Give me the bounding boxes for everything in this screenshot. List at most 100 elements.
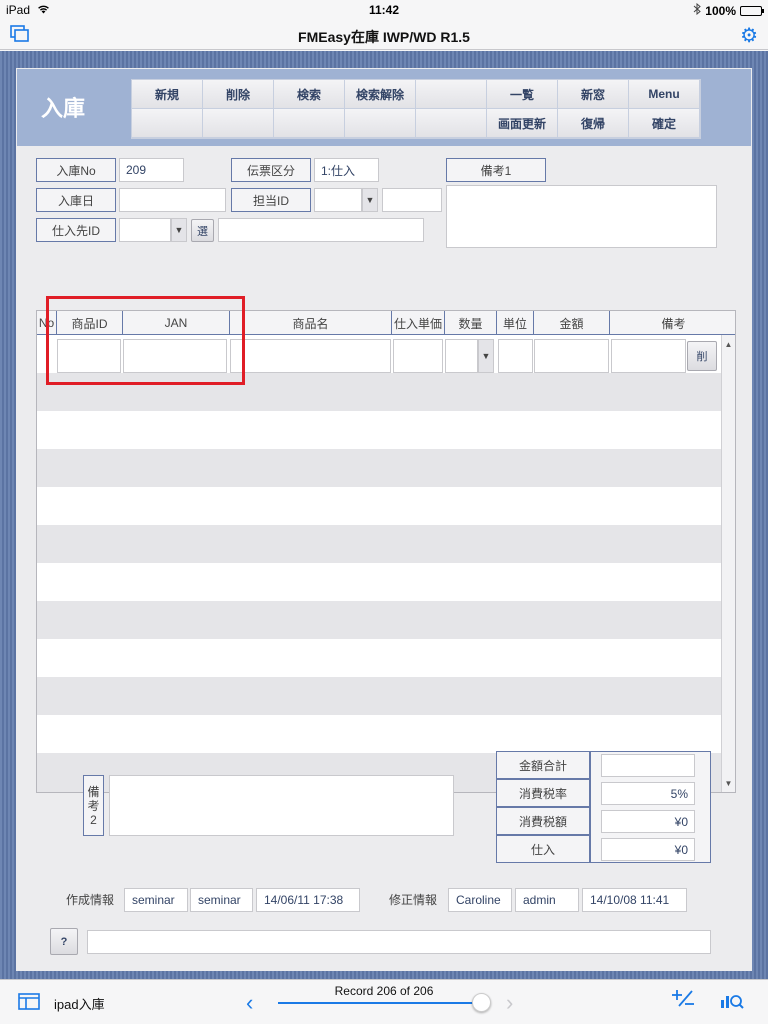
clear-search-button[interactable]: 検索解除: [345, 80, 416, 109]
tax-rate-label: 消費税率: [496, 779, 590, 807]
table-row: [37, 601, 723, 639]
record-counter: Record 206 of 206: [334, 984, 434, 998]
supplier-dropdown[interactable]: [119, 218, 171, 242]
notes-input[interactable]: [611, 339, 686, 373]
clock: 11:42: [368, 3, 400, 17]
nyuko-no-field[interactable]: 209: [119, 158, 184, 182]
bottom-toolbar: ipad入庫 Record 206 of 206 ‹ ›: [0, 979, 768, 1024]
created-info-label: 作成情報: [66, 893, 115, 907]
table-scrollbar[interactable]: ▲ ▼: [721, 335, 735, 792]
tax-rate-value: 5%: [601, 782, 695, 805]
tax-amount-value: ¥0: [601, 810, 695, 833]
col-unit: 単位: [497, 311, 534, 335]
message-field: [87, 930, 711, 954]
supplier-name-field[interactable]: [218, 218, 424, 242]
modified-time-field: 14/10/08 11:41: [582, 888, 687, 912]
unit-price-input[interactable]: [393, 339, 443, 373]
revert-button[interactable]: 復帰: [558, 109, 629, 138]
form-panel: 入庫 新規 削除 検索 検索解除 一覧 新窓 Menu 画面更新 復帰 確定 入…: [16, 68, 752, 971]
purchase-total-label: 仕入: [496, 835, 590, 863]
col-unit-price: 仕入単価: [392, 311, 445, 335]
battery-percent: 100%: [705, 3, 736, 18]
tanto-label: 担当ID: [231, 188, 311, 212]
blank-button-6[interactable]: [416, 109, 487, 138]
biko1-label: 備考1: [446, 158, 546, 182]
refresh-button[interactable]: 画面更新: [487, 109, 558, 138]
form-header: 入庫 新規 削除 検索 検索解除 一覧 新窓 Menu 画面更新 復帰 確定: [17, 69, 751, 146]
quantity-input[interactable]: [445, 339, 478, 373]
col-amount: 金額: [534, 311, 610, 335]
select-supplier-button[interactable]: 選: [191, 219, 214, 242]
menu-button[interactable]: Menu: [629, 80, 700, 109]
col-product-name: 商品名: [230, 311, 392, 335]
table-row: [37, 487, 723, 525]
nyuko-date-field[interactable]: [119, 188, 226, 212]
created-account-field: seminar: [190, 888, 253, 912]
table-row: [37, 677, 723, 715]
denpyo-label: 伝票区分: [231, 158, 311, 182]
table-row: [37, 411, 723, 449]
col-notes: 備考: [661, 316, 686, 331]
biko1-field[interactable]: [446, 185, 717, 248]
help-button[interactable]: ?: [50, 928, 78, 955]
nyuko-no-label: 入庫No: [36, 158, 116, 182]
bluetooth-icon: [693, 2, 702, 18]
modified-info-label: 修正情報: [389, 893, 438, 907]
created-time-field: 14/06/11 17:38: [256, 888, 360, 912]
new-window-button[interactable]: 新窓: [558, 80, 629, 109]
chevron-left-icon[interactable]: ‹: [246, 990, 253, 1016]
biko2-label: 備考2: [83, 775, 104, 836]
nav-bar: FMEasy在庫 IWP/WD R1.5 ⚙: [0, 20, 768, 50]
created-by-field: seminar: [124, 888, 188, 912]
record-slider-thumb[interactable]: [472, 993, 491, 1012]
status-right: 100%: [693, 2, 764, 18]
new-button[interactable]: 新規: [132, 80, 203, 109]
status-bar: iPad 11:42 100%: [0, 0, 768, 20]
total-amount-value: [601, 754, 695, 777]
table-row: [37, 715, 723, 753]
nyuko-date-label: 入庫日: [36, 188, 116, 212]
amount-input[interactable]: [534, 339, 609, 373]
quantity-chevron-down-icon[interactable]: ▼: [478, 339, 494, 373]
tanto-dropdown[interactable]: [314, 188, 362, 212]
add-remove-record-icon[interactable]: [670, 988, 696, 1014]
product-name-input[interactable]: [230, 339, 391, 373]
list-button[interactable]: 一覧: [487, 80, 558, 109]
highlight-box: [46, 296, 245, 385]
search-button[interactable]: 検索: [274, 80, 345, 109]
app-title: FMEasy在庫 IWP/WD R1.5: [298, 29, 470, 45]
blank-button-2[interactable]: [132, 109, 203, 138]
find-records-icon[interactable]: [720, 990, 744, 1015]
chevron-right-icon[interactable]: ›: [506, 990, 513, 1016]
col-quantity: 数量: [445, 311, 497, 335]
table-row: [37, 525, 723, 563]
table-row: [37, 563, 723, 601]
blank-button-1[interactable]: [416, 80, 487, 109]
scroll-up-icon[interactable]: ▲: [722, 337, 735, 351]
form-title: 入庫: [41, 96, 86, 121]
blank-button-4[interactable]: [274, 109, 345, 138]
modified-account-field: admin: [515, 888, 579, 912]
biko2-field[interactable]: [109, 775, 454, 836]
row-delete-button[interactable]: 削: [687, 341, 717, 371]
gear-icon[interactable]: ⚙: [740, 23, 758, 48]
content-area: 入庫 新規 削除 検索 検索解除 一覧 新窓 Menu 画面更新 復帰 確定 入…: [0, 51, 768, 979]
tanto-chevron-down-icon[interactable]: ▼: [362, 188, 378, 212]
tax-amount-label: 消費税額: [496, 807, 590, 835]
denpyo-field[interactable]: 1:仕入: [314, 158, 379, 182]
delete-button[interactable]: 削除: [203, 80, 274, 109]
tanto-name-field[interactable]: [382, 188, 442, 212]
scroll-down-icon[interactable]: ▼: [722, 776, 735, 790]
supplier-chevron-down-icon[interactable]: ▼: [171, 218, 187, 242]
record-slider-track[interactable]: [278, 1002, 482, 1004]
unit-input[interactable]: [498, 339, 533, 373]
commit-button[interactable]: 確定: [629, 109, 700, 138]
supplier-label: 仕入先ID: [36, 218, 116, 242]
blank-button-3[interactable]: [203, 109, 274, 138]
modified-by-field: Caroline: [448, 888, 512, 912]
action-button-grid: 新規 削除 検索 検索解除 一覧 新窓 Menu 画面更新 復帰 確定: [131, 79, 701, 139]
blank-button-5[interactable]: [345, 109, 416, 138]
table-row: [37, 639, 723, 677]
purchase-total-value: ¥0: [601, 838, 695, 861]
table-row: [37, 449, 723, 487]
